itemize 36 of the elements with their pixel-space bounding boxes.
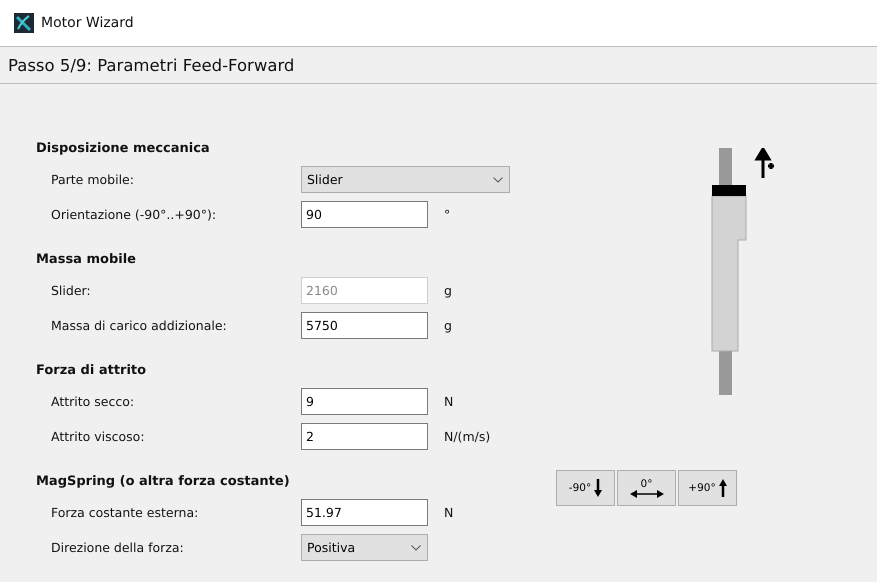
window-title: Motor Wizard: [41, 15, 134, 31]
field-label: Orientazione (-90°..+90°):: [50, 207, 218, 222]
unit-label: N: [444, 505, 454, 520]
field-label: Slider:: [50, 283, 92, 298]
unit-label: g: [444, 318, 452, 333]
down-arrow-icon: [594, 479, 602, 497]
unit-label: N: [444, 394, 454, 409]
field-label: Attrito viscoso:: [50, 429, 146, 444]
double-arrow-icon: [630, 490, 664, 498]
field-label: Parte mobile:: [50, 172, 135, 187]
input-field[interactable]: 5750: [301, 312, 428, 339]
field-label: Forza costante esterna:: [50, 505, 200, 520]
unit-label: g: [444, 283, 452, 298]
input-field[interactable]: 90: [301, 201, 428, 228]
section-heading: Disposizione meccanica: [36, 140, 210, 156]
chevron-down-icon: [411, 544, 421, 550]
input-field[interactable]: 51.97: [301, 499, 428, 526]
orientation-button[interactable]: -90°: [556, 470, 615, 506]
chevron-down-icon: [493, 176, 503, 182]
input-field[interactable]: 2: [301, 423, 428, 450]
unit-label: °: [444, 207, 450, 222]
dropdown[interactable]: Slider: [301, 166, 510, 193]
dropdown[interactable]: Positiva: [301, 534, 428, 561]
step-title: Passo 5/9: Parametri Feed-Forward: [8, 56, 294, 74]
section-heading: MagSpring (o altra forza costante): [36, 474, 290, 488]
section-heading: Massa mobile: [36, 252, 136, 266]
up-arrow-icon: [718, 479, 727, 497]
orientation-button[interactable]: 0°: [617, 470, 676, 506]
field-label: Attrito secco:: [50, 394, 136, 409]
field-label: Massa di carico addizionale:: [50, 318, 228, 333]
orientation-button[interactable]: +90°: [678, 470, 737, 506]
unit-label: N/(m/s): [444, 429, 490, 444]
field-label: Direzione della forza:: [50, 540, 185, 555]
app-logo-icon: [14, 13, 34, 33]
section-heading: Forza di attrito: [36, 362, 146, 378]
input-field[interactable]: 9: [301, 388, 428, 415]
